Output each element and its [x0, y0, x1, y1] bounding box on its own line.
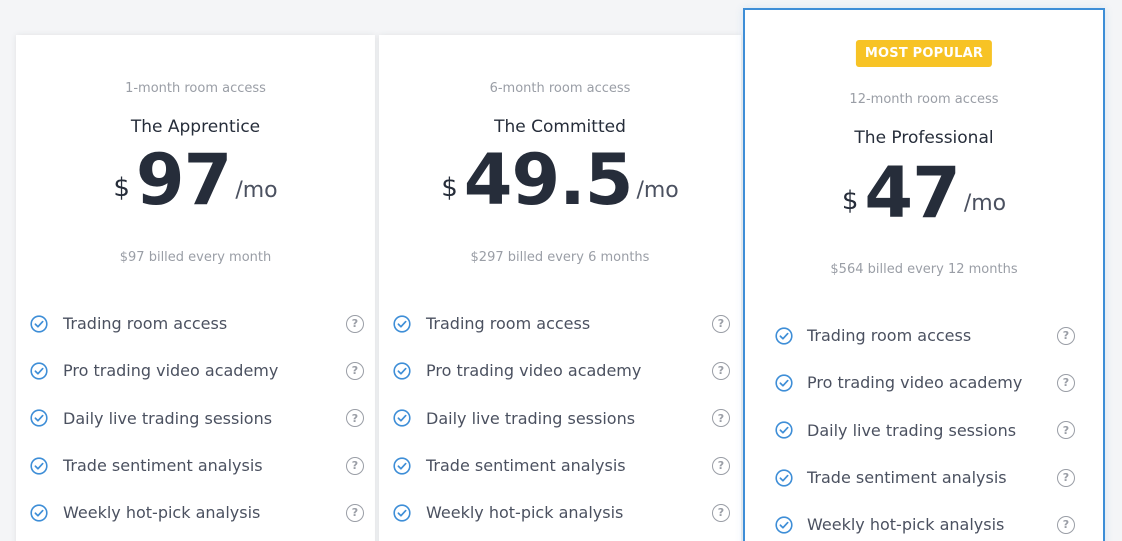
feature-label: Daily live trading sessions	[63, 408, 273, 428]
check-circle-icon	[30, 504, 48, 522]
check-circle-icon	[393, 409, 411, 427]
check-circle-icon	[775, 327, 793, 345]
feature-label: Daily live trading sessions	[807, 420, 1017, 440]
feature-label: Pro trading video academy	[426, 361, 642, 381]
plan-billing: $97 billed every month	[119, 250, 272, 265]
question-circle-icon[interactable]: ?	[346, 361, 364, 380]
plan-billing: $297 billed every 6 months	[470, 250, 650, 265]
plan-access: 12-month room access	[849, 92, 999, 107]
check-circle-icon	[775, 374, 793, 392]
price-currency: $	[113, 173, 130, 203]
feature-item: Daily live trading sessions ?	[379, 395, 741, 442]
most-popular-badge: MOST POPULAR	[855, 40, 993, 67]
feature-label: Pro trading video academy	[807, 373, 1023, 393]
feature-item: Trade sentiment analysis ?	[16, 442, 375, 489]
price-currency: $	[441, 173, 458, 203]
feature-list: Trading room access ? Pro trading video …	[379, 300, 741, 536]
question-circle-icon[interactable]: ?	[346, 456, 364, 475]
feature-item: Trading room access ?	[379, 300, 741, 347]
feature-label: Trading room access	[426, 314, 591, 334]
plan-card-professional[interactable]: MOST POPULAR 12-month room access The Pr…	[743, 8, 1105, 541]
check-circle-icon	[775, 516, 793, 534]
plan-price: $ 47 /mo	[745, 148, 1103, 228]
question-circle-icon[interactable]: ?	[346, 503, 364, 522]
question-circle-icon[interactable]: ?	[1057, 373, 1075, 392]
price-amount: 97	[135, 139, 232, 221]
question-circle-icon[interactable]: ?	[1057, 421, 1075, 440]
feature-item: Daily live trading sessions ?	[16, 395, 375, 442]
question-circle-icon[interactable]: ?	[712, 503, 730, 522]
price-amount: 47	[864, 152, 960, 234]
feature-item: Pro trading video academy ?	[379, 347, 741, 394]
plan-name: The Professional	[854, 128, 994, 148]
feature-item: Pro trading video academy ?	[745, 359, 1103, 406]
feature-item: Daily live trading sessions ?	[745, 407, 1103, 454]
feature-label: Trading room access	[807, 326, 972, 346]
plan-name: The Apprentice	[130, 117, 261, 137]
plan-access: 1-month room access	[125, 81, 266, 96]
feature-label: Weekly hot-pick analysis	[807, 515, 1005, 535]
price-period: /mo	[235, 178, 278, 203]
plan-access: 6-month room access	[489, 81, 631, 96]
plan-card-committed[interactable]: 6-month room access The Committed $ 49.5…	[379, 35, 741, 541]
check-circle-icon	[30, 315, 48, 333]
price-period: /mo	[963, 191, 1007, 216]
feature-label: Trade sentiment analysis	[63, 456, 263, 476]
price-period: /mo	[636, 178, 679, 203]
feature-item: Trading room access ?	[16, 300, 375, 347]
plan-card-apprentice[interactable]: 1-month room access The Apprentice $ 97 …	[16, 35, 375, 541]
question-circle-icon[interactable]: ?	[346, 314, 364, 333]
feature-item: Trading room access ?	[745, 312, 1103, 359]
price-amount: 49.5	[463, 139, 634, 221]
feature-label: Trade sentiment analysis	[426, 456, 626, 476]
question-circle-icon[interactable]: ?	[712, 456, 730, 475]
check-circle-icon	[393, 456, 411, 475]
feature-label: Pro trading video academy	[63, 361, 279, 381]
feature-list: Trading room access ? Pro trading video …	[16, 300, 375, 536]
feature-item: Weekly hot-pick analysis ?	[16, 489, 375, 536]
question-circle-icon[interactable]: ?	[346, 409, 364, 428]
feature-label: Trade sentiment analysis	[807, 468, 1007, 488]
price-currency: $	[841, 186, 859, 216]
plan-price: $ 97 /mo	[16, 135, 375, 215]
feature-item: Weekly hot-pick analysis ?	[379, 489, 741, 536]
question-circle-icon[interactable]: ?	[1057, 515, 1075, 534]
check-circle-icon	[393, 504, 411, 522]
feature-label: Weekly hot-pick analysis	[426, 503, 624, 523]
check-circle-icon	[393, 362, 411, 380]
check-circle-icon	[775, 468, 793, 487]
feature-item: Trade sentiment analysis ?	[745, 454, 1103, 501]
plan-billing: $564 billed every 12 months	[830, 262, 1018, 277]
feature-list: Trading room access ? Pro trading video …	[745, 312, 1103, 541]
plan-name: The Committed	[494, 117, 626, 137]
question-circle-icon[interactable]: ?	[712, 361, 730, 380]
pricing-section: 1-month room access The Apprentice $ 97 …	[0, 0, 1122, 541]
question-circle-icon[interactable]: ?	[1057, 468, 1075, 487]
check-circle-icon	[30, 409, 48, 427]
feature-label: Daily live trading sessions	[426, 408, 636, 428]
feature-label: Trading room access	[63, 314, 228, 334]
plan-price: $ 49.5 /mo	[379, 135, 741, 215]
question-circle-icon[interactable]: ?	[712, 314, 730, 333]
question-circle-icon[interactable]: ?	[712, 409, 730, 428]
check-circle-icon	[393, 315, 411, 333]
feature-item: Weekly hot-pick analysis ?	[745, 501, 1103, 541]
check-circle-icon	[30, 456, 48, 475]
question-circle-icon[interactable]: ?	[1057, 326, 1075, 345]
check-circle-icon	[30, 362, 48, 380]
check-circle-icon	[775, 421, 793, 439]
feature-item: Pro trading video academy ?	[16, 347, 375, 394]
feature-label: Weekly hot-pick analysis	[63, 503, 261, 523]
feature-item: Trade sentiment analysis ?	[379, 442, 741, 489]
